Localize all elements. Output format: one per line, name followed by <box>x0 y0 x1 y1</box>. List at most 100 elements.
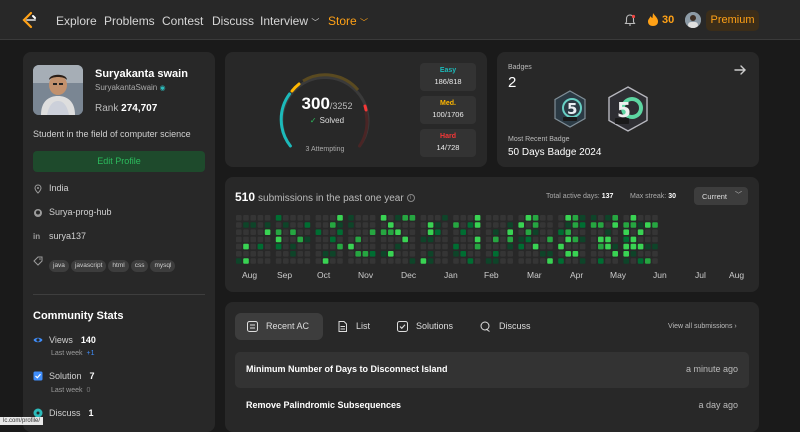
heatmap-cell[interactable] <box>525 243 532 250</box>
heatmap-cell[interactable] <box>427 243 434 250</box>
heatmap-cell[interactable] <box>579 251 586 257</box>
heatmap-cell[interactable] <box>565 222 571 228</box>
heatmap-cell[interactable] <box>435 229 441 235</box>
nav-interview[interactable]: Interview ﹀ <box>260 14 319 28</box>
bell-icon[interactable] <box>623 13 637 27</box>
heatmap-cell[interactable] <box>623 215 629 221</box>
heatmap-cell[interactable] <box>493 236 499 243</box>
heatmap-cell[interactable] <box>435 258 441 264</box>
heatmap-cell[interactable] <box>474 215 481 221</box>
heatmap-cell[interactable] <box>442 243 448 250</box>
heatmap-cell[interactable] <box>297 236 303 243</box>
heatmap-cell[interactable] <box>304 229 311 235</box>
heatmap-cell[interactable] <box>283 251 289 257</box>
heatmap-cell[interactable] <box>330 229 336 235</box>
heatmap-cell[interactable] <box>337 236 343 243</box>
heatmap-cell[interactable] <box>493 258 499 264</box>
heatmap-cell[interactable] <box>507 251 513 257</box>
heatmap-cell[interactable] <box>572 243 579 250</box>
heatmap-cell[interactable] <box>369 215 376 221</box>
heatmap-cell[interactable] <box>322 236 329 243</box>
heatmap-cell[interactable] <box>518 258 524 264</box>
heatmap-cell[interactable] <box>623 222 629 228</box>
heatmap-cell[interactable] <box>315 229 322 235</box>
heatmap-cell[interactable] <box>453 236 459 243</box>
heatmap-cell[interactable] <box>474 251 481 257</box>
heatmap-cell[interactable] <box>388 243 394 250</box>
heatmap-cell[interactable] <box>315 222 322 228</box>
heatmap-cell[interactable] <box>565 215 571 221</box>
heatmap-cell[interactable] <box>264 222 271 228</box>
heatmap-cell[interactable] <box>590 215 597 221</box>
heatmap-cell[interactable] <box>605 229 611 235</box>
heatmap-cell[interactable] <box>652 229 658 235</box>
heatmap-cell[interactable] <box>532 251 539 257</box>
heatmap-cell[interactable] <box>243 215 249 221</box>
heatmap-cell[interactable] <box>485 222 492 228</box>
heatmap-cell[interactable] <box>525 236 532 243</box>
heatmap-cell[interactable] <box>518 251 524 257</box>
heatmap-cell[interactable] <box>630 243 637 250</box>
heatmap-cell[interactable] <box>409 236 416 243</box>
heatmap-cell[interactable] <box>290 222 296 228</box>
heatmap-cell[interactable] <box>612 258 618 264</box>
heatmap-cell[interactable] <box>283 236 289 243</box>
tab-discuss[interactable]: Discuss <box>468 313 543 340</box>
heatmap-cell[interactable] <box>558 236 564 243</box>
nav-store[interactable]: Store ﹀ <box>328 14 368 28</box>
heatmap-cell[interactable] <box>630 222 637 228</box>
heatmap-cell[interactable] <box>645 251 651 257</box>
heatmap-cell[interactable] <box>565 251 571 257</box>
heatmap-cell[interactable] <box>275 258 282 264</box>
heatmap-cell[interactable] <box>547 215 553 221</box>
heatmap-cell[interactable] <box>243 236 249 243</box>
50-days-badge-2023-icon[interactable]: 5 <box>553 90 587 128</box>
heatmap-cell[interactable] <box>420 229 427 235</box>
heatmap-cell[interactable] <box>236 251 242 257</box>
heatmap-cell[interactable] <box>380 222 387 228</box>
heatmap-cell[interactable] <box>283 215 289 221</box>
heatmap-cell[interactable] <box>500 222 506 228</box>
heatmap-cell[interactable] <box>612 222 618 228</box>
heatmap-cell[interactable] <box>645 229 651 235</box>
heatmap-cell[interactable] <box>572 229 579 235</box>
heatmap-cell[interactable] <box>652 251 658 257</box>
heatmap-cell[interactable] <box>507 236 513 243</box>
heatmap-cell[interactable] <box>315 251 322 257</box>
heatmap-cell[interactable] <box>355 258 361 264</box>
heatmap-cell[interactable] <box>598 215 604 221</box>
heatmap-cell[interactable] <box>369 229 376 235</box>
heatmap-cell[interactable] <box>322 258 329 264</box>
heatmap-cell[interactable] <box>605 236 611 243</box>
heatmap-cell[interactable] <box>453 215 459 221</box>
heatmap-cell[interactable] <box>579 229 586 235</box>
heatmap-cell[interactable] <box>250 236 256 243</box>
heatmap-cell[interactable] <box>264 258 271 264</box>
heatmap-cell[interactable] <box>540 215 546 221</box>
heatmap-cell[interactable] <box>250 258 256 264</box>
heatmap-cell[interactable] <box>645 236 651 243</box>
heatmap-cell[interactable] <box>435 251 441 257</box>
heatmap-cell[interactable] <box>518 229 524 235</box>
heatmap-cell[interactable] <box>572 236 579 243</box>
heatmap-cell[interactable] <box>630 215 637 221</box>
heatmap-cell[interactable] <box>532 222 539 228</box>
heatmap-cell[interactable] <box>388 258 394 264</box>
heatmap-cell[interactable] <box>540 258 546 264</box>
heatmap-cell[interactable] <box>645 243 651 250</box>
heatmap-cell[interactable] <box>558 222 564 228</box>
heatmap-cell[interactable] <box>395 229 401 235</box>
heatmap-cell[interactable] <box>420 222 427 228</box>
heatmap-cell[interactable] <box>330 215 336 221</box>
heatmap-cell[interactable] <box>264 229 271 235</box>
heatmap-cell[interactable] <box>236 229 242 235</box>
skill-tag[interactable]: mysql <box>150 260 176 272</box>
heatmap-cell[interactable] <box>369 251 376 257</box>
heatmap-cell[interactable] <box>590 222 597 228</box>
heatmap-cell[interactable] <box>485 236 492 243</box>
heatmap-cell[interactable] <box>645 215 651 221</box>
heatmap-cell[interactable] <box>590 236 597 243</box>
heatmap-cell[interactable] <box>427 215 434 221</box>
heatmap-cell[interactable] <box>290 229 296 235</box>
heatmap-cell[interactable] <box>547 236 553 243</box>
